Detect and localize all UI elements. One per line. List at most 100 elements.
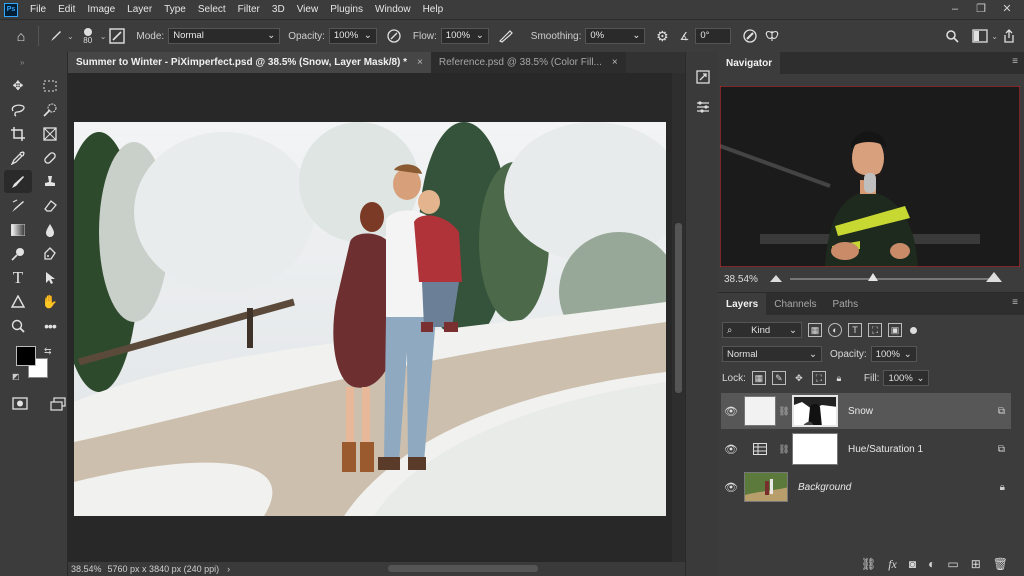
filter-shape-icon[interactable]: ⛶ (868, 323, 882, 337)
trash-icon[interactable]: 🗑︎ (993, 557, 1008, 571)
close-tab-icon[interactable]: × (417, 57, 423, 68)
scrollbar-thumb[interactable] (675, 223, 682, 393)
layer-mask-thumbnail[interactable] (792, 395, 838, 427)
zoom-in-icon[interactable] (986, 272, 1002, 282)
lock-pixels-icon[interactable]: ✎ (771, 371, 786, 385)
symmetry-icon[interactable] (761, 25, 783, 47)
tab-paths[interactable]: Paths (825, 293, 867, 315)
swap-colors-icon[interactable]: ⇆ (44, 346, 52, 357)
dodge-icon[interactable] (4, 242, 32, 265)
pressure-opacity-icon[interactable] (383, 25, 405, 47)
lasso-icon[interactable] (4, 98, 32, 121)
brush-preset-dropdown-icon[interactable]: ⌄ (100, 32, 107, 41)
layer-name[interactable]: Hue/Saturation 1 (848, 444, 923, 455)
zoom-icon[interactable] (4, 314, 32, 337)
new-layer-icon[interactable]: ⊞ (971, 557, 981, 571)
layer-name[interactable]: Background (798, 482, 851, 493)
smoothing-gear-icon[interactable]: ⚙ (651, 25, 673, 47)
eye-icon[interactable]: 👁︎ (721, 443, 741, 456)
add-mask-icon[interactable]: ◙ (909, 557, 916, 571)
flow-input[interactable]: 100% ⌄ (440, 28, 489, 44)
blend-mode-select[interactable]: Normal ⌄ (722, 346, 822, 362)
layer-thumbnail[interactable] (744, 396, 776, 426)
menu-window[interactable]: Window (369, 0, 417, 19)
eye-icon[interactable]: 👁︎ (721, 405, 741, 418)
workspace-icon[interactable] (969, 25, 991, 47)
menu-3d[interactable]: 3D (266, 0, 291, 19)
panel-menu-icon[interactable]: ≡ (1012, 297, 1018, 308)
link-icon[interactable]: ⛓︎ (778, 444, 790, 455)
opacity-input[interactable]: 100% ⌄ (328, 28, 377, 44)
menu-help[interactable]: Help (417, 0, 450, 19)
menu-select[interactable]: Select (192, 0, 232, 19)
photoshop-logo-icon[interactable]: Ps (4, 2, 18, 17)
brush-size-picker[interactable]: 80 (78, 27, 98, 45)
canvas-photo[interactable] (74, 122, 666, 516)
menu-edit[interactable]: Edit (52, 0, 81, 19)
tab-layers[interactable]: Layers (718, 293, 767, 315)
brush-tool-dropdown-icon[interactable]: ⌄ (67, 32, 74, 41)
lock-all-icon[interactable]: 🔒︎ (832, 371, 846, 385)
crop-icon[interactable] (4, 122, 32, 145)
zoom-slider[interactable] (790, 278, 990, 280)
menu-file[interactable]: File (24, 0, 52, 19)
layer-thumbnail[interactable] (744, 472, 788, 502)
layer-background[interactable]: 👁︎ Background 🔒︎ (721, 469, 1011, 505)
menu-filter[interactable]: Filter (232, 0, 266, 19)
healing-icon[interactable] (36, 146, 64, 169)
eyedropper-icon[interactable] (4, 146, 32, 169)
layer-snow[interactable]: 👁︎ ⛓︎ Snow ⧉ (721, 393, 1011, 429)
angle-input[interactable]: 0° (695, 28, 732, 44)
lock-transparency-icon[interactable]: ▦ (751, 371, 766, 385)
status-menu-arrow-icon[interactable]: › (227, 564, 230, 574)
layer-kind-filter[interactable]: ⌕ Kind ⌄ (722, 322, 802, 338)
gradient-icon[interactable] (4, 218, 32, 241)
navigator-preview[interactable] (720, 86, 1020, 267)
blur-icon[interactable] (36, 218, 64, 241)
brush-icon[interactable] (45, 25, 67, 47)
filter-adjustment-icon[interactable]: ◐ (828, 323, 842, 337)
more-tools-icon[interactable]: ••• (36, 314, 64, 337)
share-icon[interactable] (998, 25, 1020, 47)
fill-input[interactable]: 100% ⌄ (883, 370, 930, 386)
eraser-icon[interactable] (36, 194, 64, 217)
path-select-icon[interactable] (36, 266, 64, 289)
type-icon[interactable]: T (4, 266, 32, 289)
filter-type-icon[interactable]: T (848, 323, 862, 337)
menu-plugins[interactable]: Plugins (324, 0, 369, 19)
adjustments-panel-icon[interactable] (686, 92, 719, 122)
navigator-zoom-value[interactable]: 38.54% (724, 274, 758, 285)
zoom-slider-handle[interactable] (868, 273, 878, 281)
home-icon[interactable]: ⌂ (10, 25, 32, 47)
move-icon[interactable]: ✥ (4, 74, 32, 97)
close-tab-icon[interactable]: × (612, 57, 618, 68)
layer-hue-saturation[interactable]: 👁︎ ⛓︎ Hue/Saturation 1 ⧉ (721, 431, 1011, 467)
group-icon[interactable]: ▭ (947, 557, 958, 571)
menu-image[interactable]: Image (81, 0, 121, 19)
close-icon[interactable]: ✕ (994, 0, 1020, 19)
document-canvas[interactable] (68, 73, 685, 562)
minimize-icon[interactable]: – (942, 0, 968, 19)
layer-name[interactable]: Snow (848, 406, 873, 417)
adjustment-layer-icon[interactable]: ◐ (928, 557, 935, 571)
toolbar-collapse-icon[interactable]: » (20, 58, 24, 67)
foreground-color-swatch[interactable] (16, 346, 36, 366)
link-icon[interactable]: ⛓︎ (778, 406, 790, 417)
fx-icon[interactable]: fx (888, 557, 897, 572)
search-icon[interactable] (941, 25, 963, 47)
tab-channels[interactable]: Channels (766, 293, 824, 315)
frame-icon[interactable] (36, 122, 64, 145)
eye-icon[interactable]: 👁︎ (721, 481, 741, 494)
mode-select[interactable]: Normal ⌄ (168, 28, 281, 44)
zoom-readout[interactable]: 38.54% (71, 564, 102, 574)
quick-select-icon[interactable] (36, 98, 64, 121)
filter-toggle-icon[interactable] (910, 326, 917, 334)
vertical-scrollbar[interactable] (672, 73, 685, 562)
horizontal-scrollbar-thumb[interactable] (388, 565, 538, 572)
brush-icon[interactable] (4, 170, 32, 193)
filter-pixel-icon[interactable]: ▦ (808, 323, 822, 337)
tab-reference[interactable]: Reference.psd @ 38.5% (Color Fill... × (430, 52, 626, 73)
link-layers-icon[interactable]: ⛓︎ (861, 557, 876, 571)
stamp-icon[interactable] (36, 170, 64, 193)
smoothing-input[interactable]: 0% ⌄ (585, 28, 646, 44)
